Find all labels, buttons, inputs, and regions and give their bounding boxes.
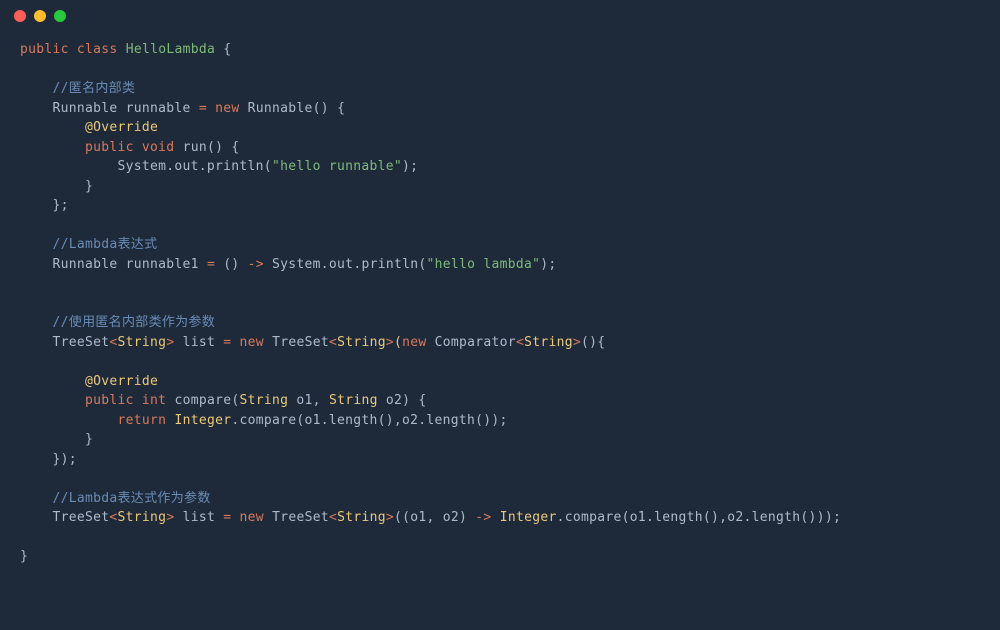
comment-anon-param: //使用匿名内部类作为参数 (53, 315, 216, 330)
lparen: ( (394, 335, 402, 350)
kw-void: void (142, 140, 175, 155)
empty-parens: () (223, 257, 239, 272)
str-hello-runnable: "hello runnable" (272, 159, 402, 174)
eq: = (223, 335, 231, 350)
lbrace: { (231, 140, 239, 155)
arrow: -> (475, 510, 491, 525)
lt: < (329, 510, 337, 525)
sysout: System.out.println( (272, 257, 426, 272)
kw-new: new (215, 101, 239, 116)
kw-public: public (20, 42, 69, 57)
kw-public: public (85, 140, 134, 155)
type-string: String (118, 510, 167, 525)
type-string: String (337, 335, 386, 350)
sysout: System.out.println( (118, 159, 272, 174)
lparen: ( (394, 510, 402, 525)
type-string: String (524, 335, 573, 350)
editor-window: public class HelloLambda { //匿名内部类 Runna… (0, 0, 1000, 630)
lt: < (516, 335, 524, 350)
kw-new: new (402, 335, 426, 350)
eq: = (223, 510, 231, 525)
lbrace: { (223, 42, 231, 57)
type-string: String (239, 393, 288, 408)
comma: , (394, 413, 402, 428)
class-name: HelloLambda (126, 42, 215, 57)
rbrace-semi: }; (53, 198, 69, 213)
o2len: o2.length() (402, 413, 491, 428)
gt: > (166, 510, 174, 525)
var-list: list (183, 335, 216, 350)
type-treeset: TreeSet (272, 510, 329, 525)
lt: < (109, 510, 117, 525)
eq: = (207, 257, 215, 272)
runnable-ctor: Runnable() (248, 101, 329, 116)
type-string: String (337, 510, 386, 525)
eq: = (199, 101, 207, 116)
comma: , (313, 393, 321, 408)
gt: > (386, 510, 394, 525)
close-call: ); (402, 159, 418, 174)
parens: () (581, 335, 597, 350)
gt: > (573, 335, 581, 350)
o1len: o1.length() (304, 413, 393, 428)
var-runnable1: runnable1 (126, 257, 199, 272)
type-integer: Integer (500, 510, 557, 525)
code-area: public class HelloLambda { //匿名内部类 Runna… (0, 32, 1000, 587)
dot-compare: .compare( (231, 413, 304, 428)
o2len: o2.length() (727, 510, 816, 525)
type-runnable: Runnable (53, 257, 118, 272)
lbrace: { (418, 393, 426, 408)
method-compare: compare (174, 393, 231, 408)
minimize-icon[interactable] (34, 10, 46, 22)
lbrace: { (597, 335, 605, 350)
type-runnable: Runnable (53, 101, 118, 116)
kw-public: public (85, 393, 134, 408)
ann-override: @Override (85, 374, 158, 389)
comment-lambda: //Lambda表达式 (53, 237, 158, 252)
o1len: o1.length() (630, 510, 719, 525)
kw-new: new (240, 510, 264, 525)
rbrace: } (20, 549, 28, 564)
close-call: ); (825, 510, 841, 525)
titlebar (0, 0, 1000, 32)
comment-anon: //匿名内部类 (53, 81, 136, 96)
rbrace: } (85, 179, 93, 194)
zoom-icon[interactable] (54, 10, 66, 22)
ann-override: @Override (85, 120, 158, 135)
dot-compare: .compare( (557, 510, 630, 525)
param-o2: o2 (386, 393, 402, 408)
close-icon[interactable] (14, 10, 26, 22)
gt: > (166, 335, 174, 350)
param-o1: o1 (296, 393, 312, 408)
lambda-params: (o1, o2) (402, 510, 467, 525)
rparen: ) (402, 393, 410, 408)
var-list: list (183, 510, 216, 525)
method-run: run() (183, 140, 224, 155)
type-string: String (329, 393, 378, 408)
lt: < (109, 335, 117, 350)
kw-int: int (142, 393, 166, 408)
rbrace-paren-semi: }); (53, 452, 77, 467)
rbrace: } (85, 432, 93, 447)
type-integer: Integer (174, 413, 231, 428)
comment-lambda-param: //Lambda表达式作为参数 (53, 491, 211, 506)
str-hello-lambda: "hello lambda" (426, 257, 540, 272)
kw-new: new (240, 335, 264, 350)
close-call: ); (540, 257, 556, 272)
lt: < (329, 335, 337, 350)
lbrace: { (337, 101, 345, 116)
rparen: ) (817, 510, 825, 525)
var-runnable: runnable (126, 101, 191, 116)
close-call: ); (491, 413, 507, 428)
kw-class: class (77, 42, 118, 57)
gt: > (386, 335, 394, 350)
type-treeset: TreeSet (53, 335, 110, 350)
arrow: -> (248, 257, 264, 272)
type-string: String (118, 335, 167, 350)
type-treeset: TreeSet (53, 510, 110, 525)
type-comparator: Comparator (435, 335, 516, 350)
type-treeset: TreeSet (272, 335, 329, 350)
kw-return: return (118, 413, 167, 428)
